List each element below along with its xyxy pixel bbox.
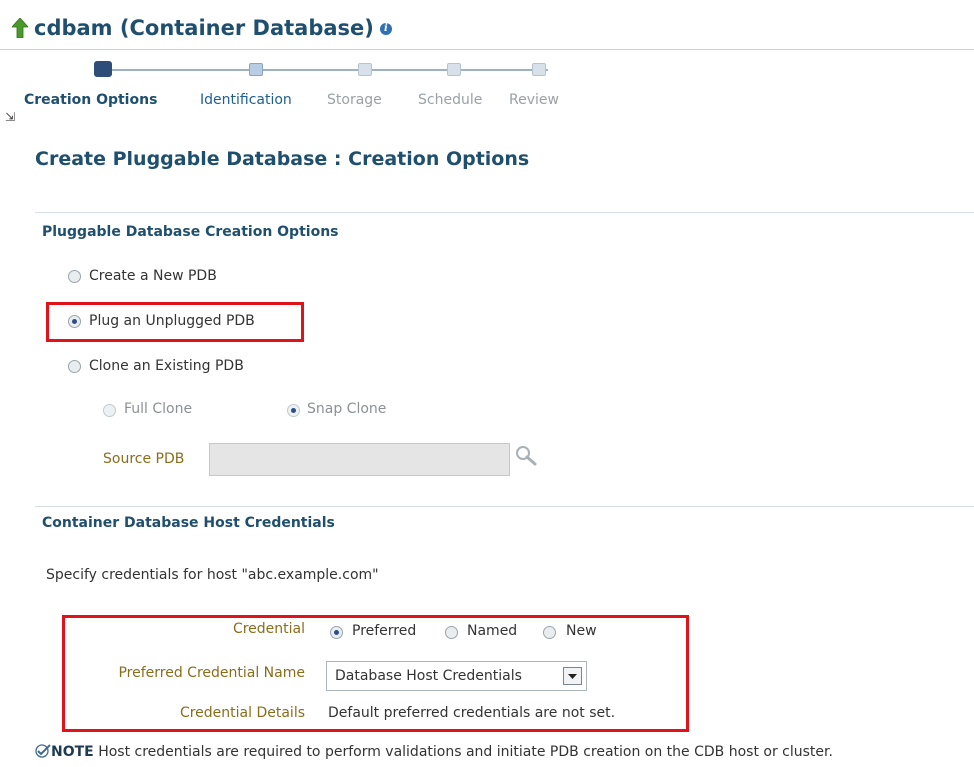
label-create-new-pdb[interactable]: Create a New PDB — [89, 268, 217, 284]
label-clone-existing-pdb[interactable]: Clone an Existing PDB — [89, 358, 244, 374]
label-full-clone: Full Clone — [124, 401, 193, 417]
radio-create-new-pdb[interactable] — [68, 270, 81, 283]
up-arrow-icon[interactable] — [12, 18, 28, 38]
radio-clone-existing-pdb[interactable] — [68, 360, 81, 373]
page-title: Create Pluggable Database : Creation Opt… — [35, 148, 530, 170]
section-title-creation-options: Pluggable Database Creation Options — [42, 224, 339, 240]
credential-details-value: Default preferred credentials are not se… — [328, 705, 616, 721]
chevron-down-icon — [568, 674, 577, 679]
dropdown-button[interactable] — [563, 667, 582, 685]
note-line: NOTE Host credentials are required to pe… — [35, 744, 833, 760]
train-step-storage-node — [358, 63, 372, 76]
section-divider — [35, 212, 974, 213]
credentials-instruction: Specify credentials for host "abc.exampl… — [46, 567, 379, 583]
radio-credential-preferred[interactable] — [330, 626, 343, 639]
source-pdb-input — [209, 443, 510, 476]
train-step-review-node — [532, 63, 546, 76]
note-text: Host credentials are required to perform… — [98, 744, 833, 760]
train-step-schedule-node — [447, 63, 461, 76]
radio-plug-unplugged-pdb[interactable] — [68, 315, 81, 328]
header-divider — [0, 49, 974, 50]
train-step-review: Review — [509, 92, 559, 108]
credential-details-label: Credential Details — [179, 705, 305, 721]
section-title-host-credentials: Container Database Host Credentials — [42, 515, 335, 531]
mouse-cursor-icon: ⇲ — [5, 110, 16, 124]
train-step-creation-options-node — [94, 61, 112, 77]
page-header: cdbam (Container Database) i — [34, 16, 392, 40]
train-step-storage: Storage — [327, 92, 382, 108]
info-icon[interactable]: i — [379, 23, 392, 35]
section-divider — [35, 506, 974, 507]
label-credential-new[interactable]: New — [566, 623, 597, 639]
radio-full-clone — [103, 404, 116, 417]
credential-label: Credential — [232, 621, 305, 637]
train-step-creation-options: Creation Options — [24, 92, 158, 108]
label-credential-named[interactable]: Named — [467, 623, 517, 639]
search-icon — [516, 446, 537, 466]
preferred-credential-name-value: Database Host Credentials — [335, 668, 522, 684]
radio-credential-named[interactable] — [445, 626, 458, 639]
train-connector — [108, 69, 548, 71]
preferred-credential-name-label: Preferred Credential Name — [118, 665, 305, 681]
radio-snap-clone — [287, 404, 300, 417]
source-pdb-label: Source PDB — [103, 451, 185, 467]
preferred-credential-name-select[interactable]: Database Host Credentials — [326, 661, 587, 691]
train-step-schedule: Schedule — [418, 92, 483, 108]
note-prefix: NOTE — [51, 744, 94, 760]
train-step-identification[interactable]: Identification — [200, 92, 292, 108]
checkmark-icon — [35, 744, 51, 758]
label-plug-unplugged-pdb[interactable]: Plug an Unplugged PDB — [89, 313, 255, 329]
radio-credential-new[interactable] — [543, 626, 556, 639]
header-title: cdbam (Container Database) — [34, 16, 374, 40]
train-step-identification-node[interactable] — [249, 63, 263, 76]
label-credential-preferred[interactable]: Preferred — [352, 623, 416, 639]
label-snap-clone: Snap Clone — [307, 401, 387, 417]
